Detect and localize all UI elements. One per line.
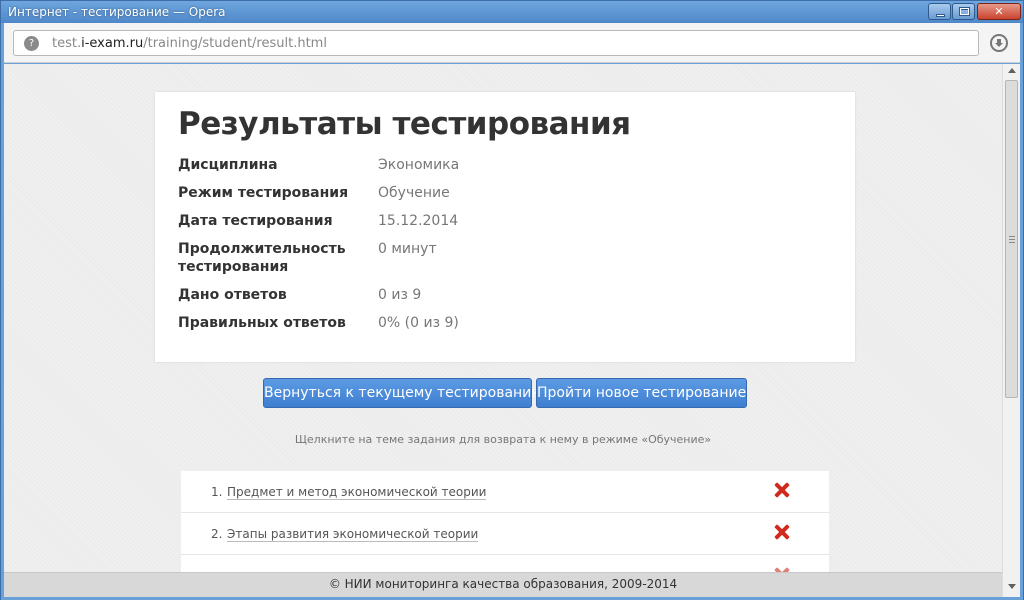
page-title: Результаты тестирования	[178, 106, 631, 142]
scroll-thumb[interactable]	[1005, 80, 1018, 398]
task-link[interactable]: Этапы развития экономической теории	[227, 527, 479, 542]
window-border-right	[1020, 23, 1023, 599]
info-value: 0 из 9	[378, 287, 422, 303]
maximize-button[interactable]	[952, 3, 975, 20]
info-label: Дисциплина	[178, 157, 278, 173]
page-footer: © НИИ мониторинга качества образования, …	[4, 572, 1002, 597]
info-label: Дано ответов	[178, 287, 287, 303]
task-link[interactable]: Предмет и метод экономической теории	[227, 485, 487, 500]
hint-text: Щелкните на теме задания для возврата к …	[294, 433, 712, 446]
site-info-icon[interactable]: ?	[24, 36, 39, 51]
url-prefix: test.	[52, 36, 82, 51]
page-viewport: Результаты тестирования Дисциплина Эконо…	[4, 64, 1002, 597]
title-bar[interactable]: Интернет - тестирование — Opera ✕	[1, 1, 1023, 23]
browser-toolbar: ? test.i-exam.ru/training/student/result…	[4, 23, 1020, 63]
maximize-icon	[959, 7, 970, 16]
info-value: Экономика	[378, 157, 460, 173]
minimize-icon	[936, 14, 945, 17]
new-test-button[interactable]: Пройти новое тестирование	[536, 378, 747, 408]
wrong-x-icon	[774, 524, 790, 540]
scroll-up-arrow-icon[interactable]	[1008, 68, 1016, 73]
scroll-down-arrow-icon[interactable]	[1008, 584, 1016, 589]
browser-window: Интернет - тестирование — Opera ✕ ? test…	[0, 0, 1024, 600]
window-title: Интернет - тестирование — Opera	[8, 5, 226, 19]
download-icon[interactable]	[990, 34, 1008, 52]
info-value: Обучение	[378, 185, 450, 201]
close-icon: ✕	[994, 5, 1004, 18]
info-value: 15.12.2014	[378, 213, 459, 229]
task-row: 2. Этапы развития экономической теории	[181, 513, 829, 555]
result-card: Результаты тестирования Дисциплина Эконо…	[155, 92, 855, 362]
info-label: Режим тестирования	[178, 185, 349, 201]
info-value: 0 минут	[378, 241, 437, 257]
url-path: /training/student/result.html	[143, 36, 327, 51]
task-number: 1.	[211, 485, 223, 499]
info-label: Правильных ответов	[178, 315, 346, 331]
task-row: 1. Предмет и метод экономической теории	[181, 471, 829, 513]
wrong-x-icon	[774, 482, 790, 498]
url-text[interactable]: test.i-exam.ru/training/student/result.h…	[52, 36, 327, 51]
info-label: Дата тестирования	[178, 213, 333, 229]
address-bar[interactable]: ? test.i-exam.ru/training/student/result…	[13, 30, 979, 56]
vertical-scrollbar[interactable]	[1002, 64, 1020, 597]
task-number: 2.	[211, 527, 223, 541]
info-value: 0% (0 из 9)	[378, 315, 459, 331]
return-to-test-button[interactable]: Вернуться к текущему тестированию	[263, 378, 543, 408]
minimize-button[interactable]	[928, 3, 951, 20]
url-host: i-exam.ru	[81, 36, 144, 51]
close-button[interactable]: ✕	[977, 3, 1021, 20]
grip-icon	[1009, 236, 1015, 243]
info-label: Продолжительность тестирования	[178, 241, 346, 275]
